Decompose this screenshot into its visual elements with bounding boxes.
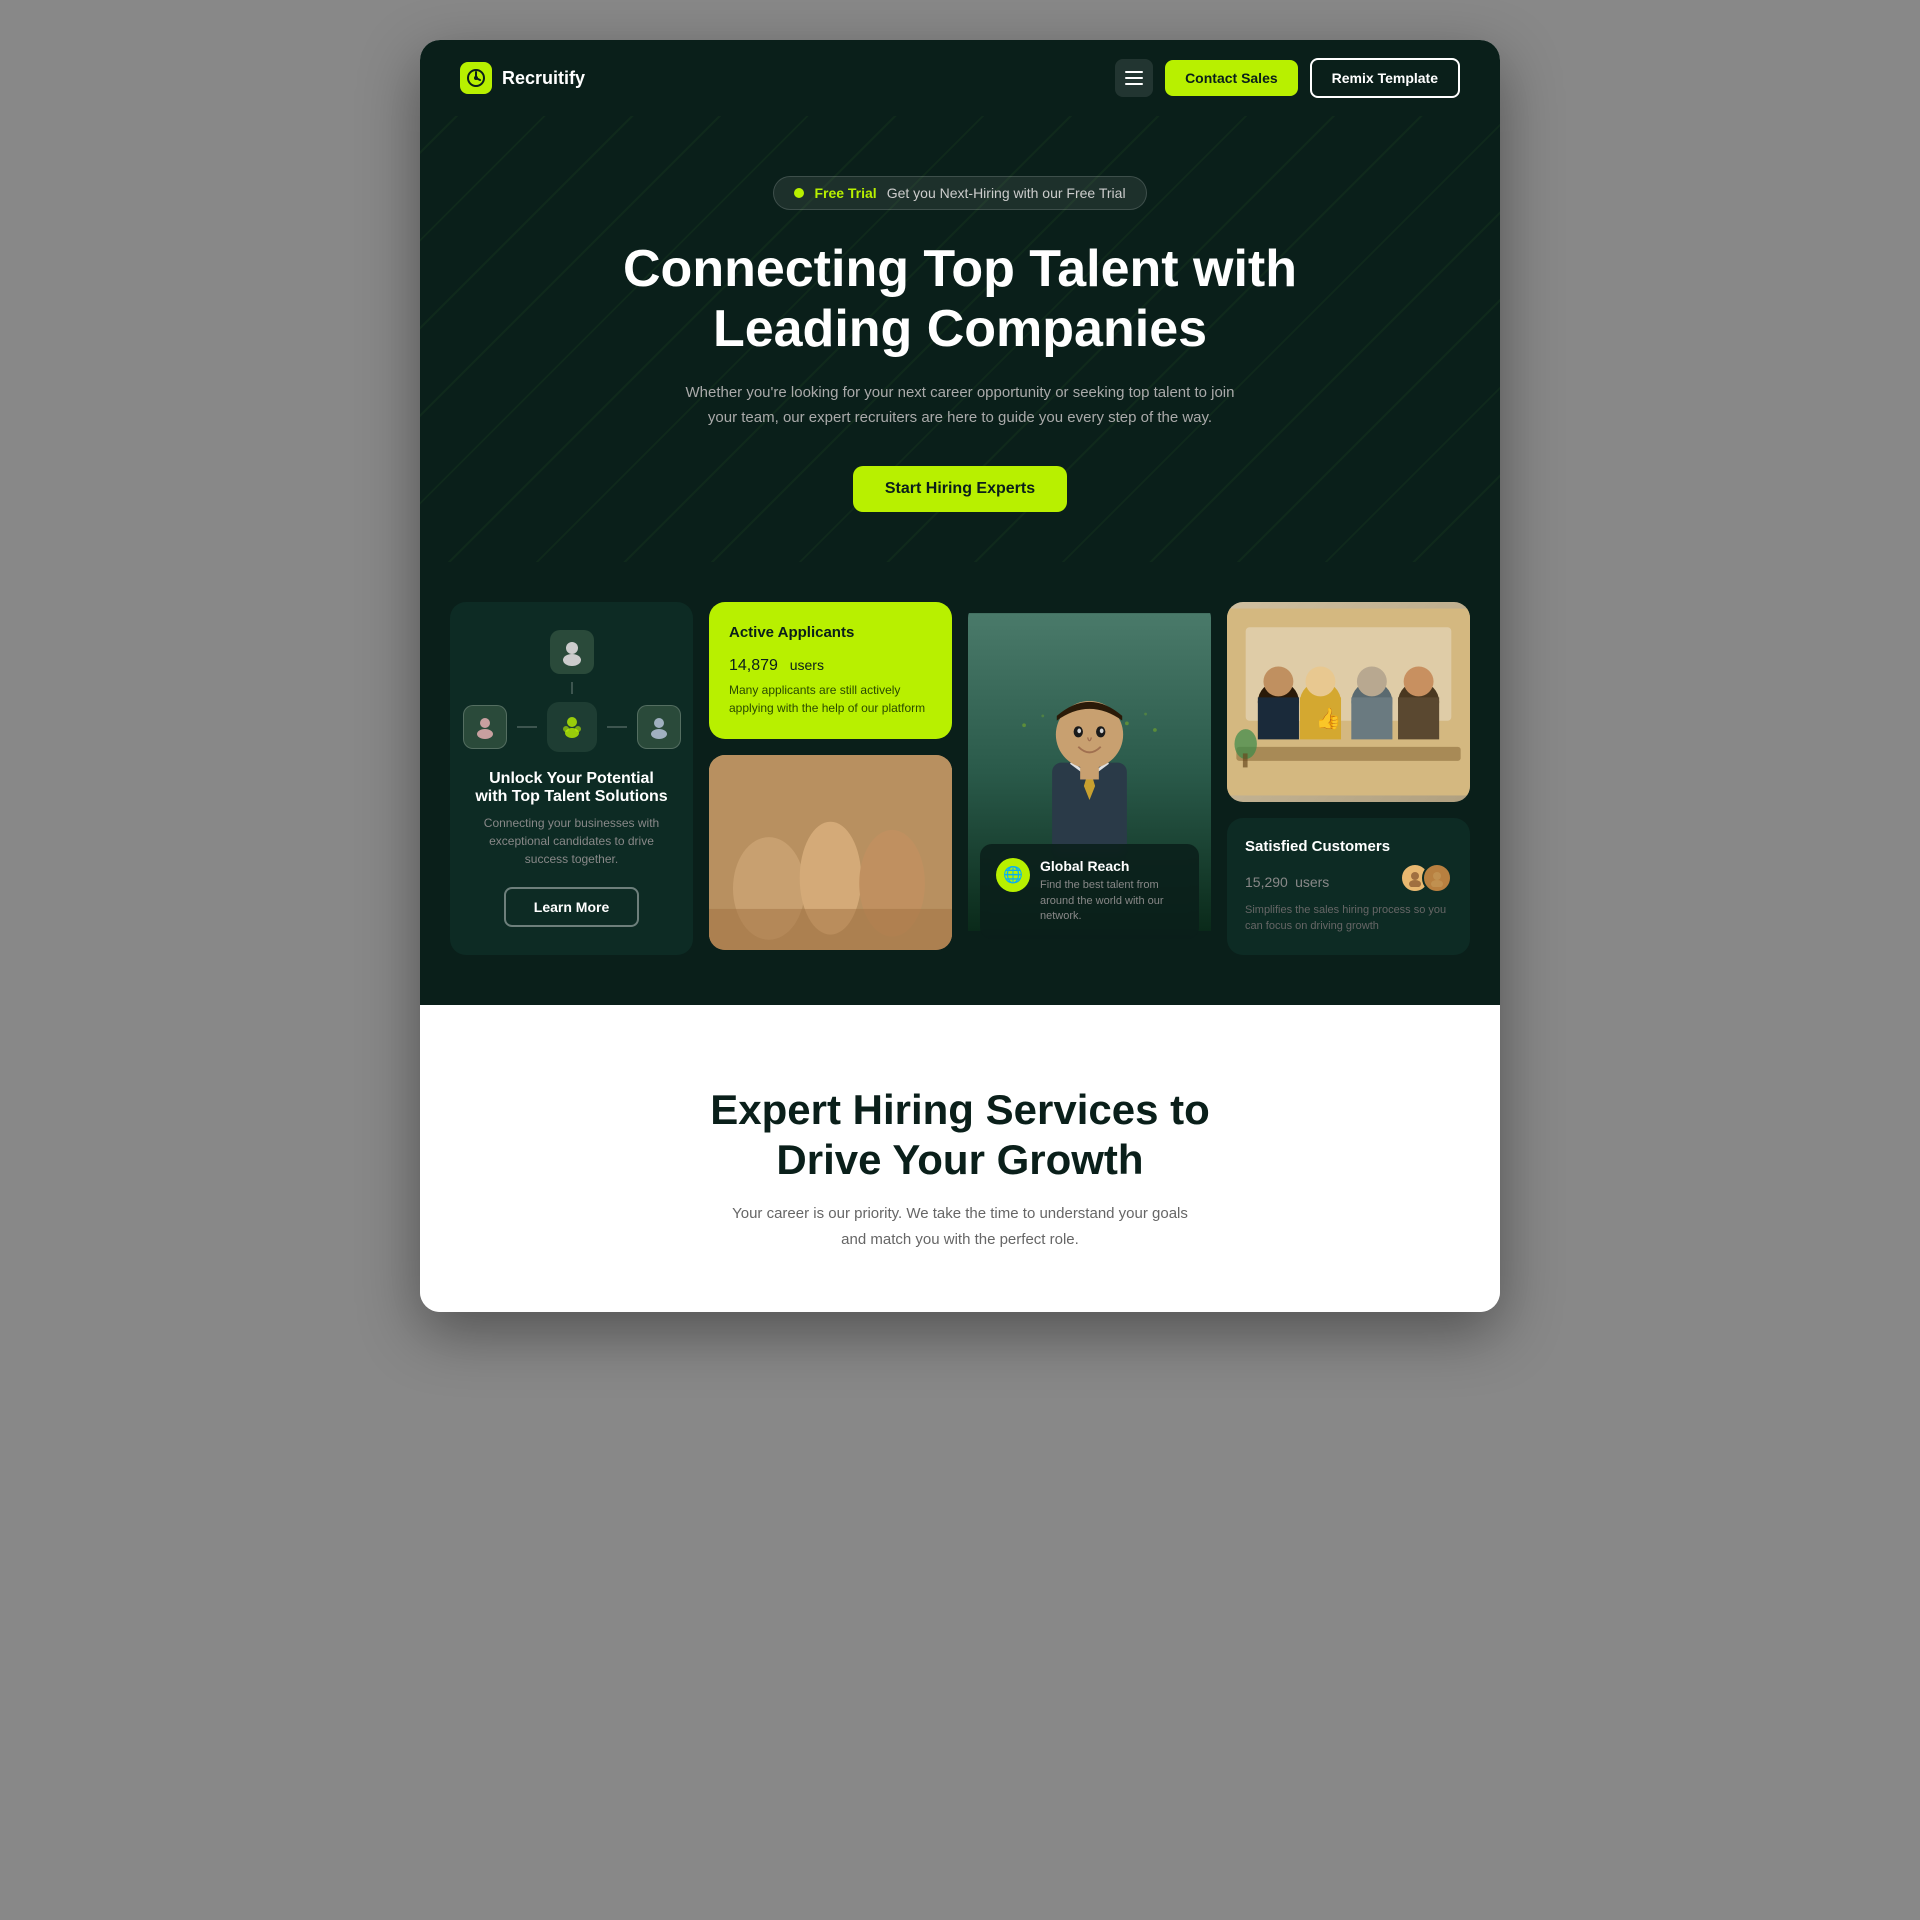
remix-template-button[interactable]: Remix Template: [1310, 58, 1460, 98]
learn-more-button[interactable]: Learn More: [504, 887, 639, 927]
talent-text: Unlock Your Potential with Top Talent So…: [474, 770, 669, 884]
nav-actions: Contact Sales Remix Template: [1115, 58, 1460, 98]
navbar: Recruitify Contact Sales Remix Template: [420, 40, 1500, 116]
satisfied-customers-card: Satisfied Customers 15,290 users: [1227, 818, 1470, 955]
active-applicants-title: Active Applicants: [729, 624, 932, 641]
free-trial-text: Get you Next-Hiring with our Free Trial: [887, 185, 1126, 201]
free-trial-badge: Free Trial Get you Next-Hiring with our …: [773, 176, 1146, 210]
start-hiring-button[interactable]: Start Hiring Experts: [853, 466, 1067, 512]
contact-sales-button[interactable]: Contact Sales: [1165, 60, 1298, 96]
active-users-label: users: [790, 657, 824, 673]
satisfied-title: Satisfied Customers: [1245, 838, 1452, 855]
page-wrapper: Recruitify Contact Sales Remix Template …: [420, 40, 1500, 1312]
logo: Recruitify: [460, 62, 585, 94]
hamburger-line: [1125, 83, 1143, 85]
global-reach-title: Global Reach: [1040, 858, 1183, 874]
menu-button[interactable]: [1115, 59, 1153, 97]
services-section: Expert Hiring Services to Drive Your Gro…: [420, 1005, 1500, 1313]
services-title: Expert Hiring Services to Drive Your Gro…: [460, 1085, 1460, 1186]
services-desc: Your career is our priority. We take the…: [720, 1201, 1200, 1252]
avatar-left: [463, 705, 507, 749]
free-trial-dot: [794, 188, 804, 198]
avatar-top: [550, 630, 594, 674]
talent-card-title: Unlock Your Potential with Top Talent So…: [474, 770, 669, 806]
hero-section: Free Trial Get you Next-Hiring with our …: [420, 116, 1500, 562]
office-image: [709, 755, 952, 950]
talent-network-graphic: [463, 630, 681, 752]
network-center-icon: [547, 702, 597, 752]
satisfied-count-row: 15,290 users: [1245, 863, 1452, 894]
active-applicants-desc: Many applicants are still actively apply…: [729, 681, 932, 717]
satisfied-count: 15,290 users: [1245, 863, 1329, 894]
avatar-row: [463, 702, 681, 752]
active-applicants-count: 14,879 users: [729, 645, 932, 677]
hero-title-line1: Connecting Top Talent with: [623, 240, 1297, 298]
hamburger-line: [1125, 77, 1143, 79]
globe-icon: 🌐: [996, 858, 1030, 892]
talent-solutions-card: Unlock Your Potential with Top Talent So…: [450, 602, 693, 955]
talent-card-desc: Connecting your businesses with exceptio…: [474, 814, 669, 868]
avatar-stack-2: [1422, 863, 1452, 893]
logo-icon: [460, 62, 492, 94]
services-title-line1: Expert Hiring Services to: [710, 1086, 1210, 1133]
avatar-stack: [1400, 863, 1452, 893]
hero-title-line2: Leading Companies: [713, 300, 1207, 358]
connector-vertical: [571, 682, 573, 694]
avatar-right: [637, 705, 681, 749]
active-applicants-card: Active Applicants 14,879 users Many appl…: [709, 602, 952, 739]
card-column-4: 👍 Satisfied Customers 15,290 users: [1227, 602, 1470, 955]
hero-subtitle: Whether you're looking for your next car…: [670, 380, 1250, 431]
card-column-2: Active Applicants 14,879 users Many appl…: [709, 602, 952, 955]
hamburger-line: [1125, 71, 1143, 73]
svg-text:👍: 👍: [1316, 706, 1342, 730]
satisfied-desc: Simplifies the sales hiring process so y…: [1245, 902, 1452, 935]
hero-title: Connecting Top Talent with Leading Compa…: [460, 240, 1460, 360]
global-reach-card: 🌐 Global Reach Find the best talent from…: [968, 602, 1211, 955]
team-image: 👍: [1227, 602, 1470, 802]
free-trial-label: Free Trial: [814, 185, 876, 201]
brand-name: Recruitify: [502, 68, 585, 89]
services-title-line2: Drive Your Growth: [776, 1136, 1143, 1183]
cards-section: Unlock Your Potential with Top Talent So…: [420, 562, 1500, 1005]
global-reach-badge: 🌐 Global Reach Find the best talent from…: [980, 844, 1199, 938]
global-reach-text: Global Reach Find the best talent from a…: [1040, 858, 1183, 924]
global-reach-desc: Find the best talent from around the wor…: [1040, 878, 1183, 924]
satisfied-users-label: users: [1295, 874, 1329, 890]
